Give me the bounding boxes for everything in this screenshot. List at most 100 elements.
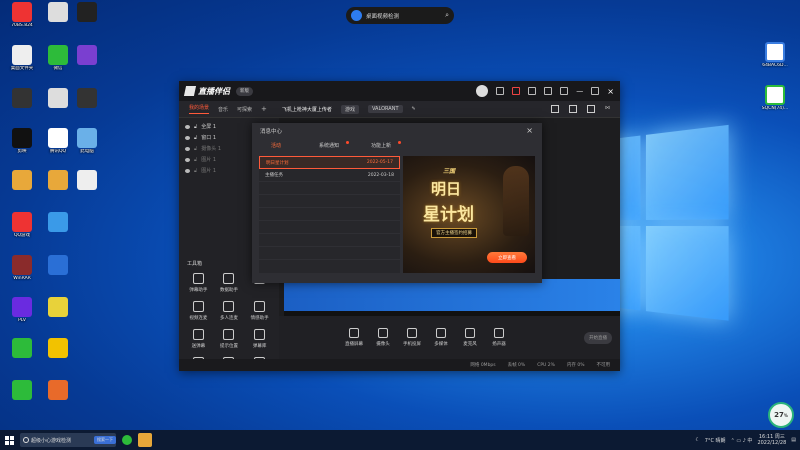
visibility-icon[interactable] xyxy=(185,135,190,140)
avatar[interactable] xyxy=(476,85,489,97)
desktop-icon[interactable] xyxy=(2,380,42,401)
toolbox-tool[interactable]: 情感助手 xyxy=(244,301,275,321)
tab-explore[interactable]: 可探索 xyxy=(237,106,252,113)
search-icon[interactable]: ⌕ xyxy=(445,11,449,20)
version-pill[interactable]: 新版 xyxy=(236,86,253,96)
tab-music[interactable]: 音乐 xyxy=(218,106,228,113)
source-control[interactable]: 麦克风 xyxy=(460,328,480,347)
edit-icon[interactable]: ✎ xyxy=(412,106,416,112)
message-icon[interactable] xyxy=(496,87,505,95)
desktop-icon[interactable]: SQCN(74)... xyxy=(755,85,795,112)
minimize-icon[interactable]: — xyxy=(576,87,583,95)
source-control[interactable]: 直播屏幕 xyxy=(344,328,364,347)
toolbox-tool[interactable]: 数据助手 xyxy=(214,273,245,293)
visibility-icon[interactable] xyxy=(185,168,190,173)
add-scene-icon[interactable]: + xyxy=(261,105,267,113)
desktop-icon[interactable] xyxy=(67,2,107,23)
control-label: 多媒体 xyxy=(434,342,448,347)
source-control[interactable]: 摄像头 xyxy=(373,328,393,347)
app-icon xyxy=(77,45,97,65)
gauge-value: 27 xyxy=(774,411,784,419)
empty-row xyxy=(259,247,400,260)
source-control[interactable]: 手机投屏 xyxy=(402,328,422,347)
lock-icon[interactable]: 🔓︎ xyxy=(194,124,197,130)
promo-banner[interactable]: 三国 明日 星计划 官方主播签约招募 立即查看 xyxy=(403,156,535,273)
toolbox-tool[interactable]: 提示位置 xyxy=(214,329,245,349)
performance-gauge[interactable]: 27% xyxy=(768,402,794,428)
desktop-icon[interactable] xyxy=(67,88,107,109)
lock-icon[interactable]: 🔓︎ xyxy=(194,135,197,141)
source-control[interactable]: 多媒体 xyxy=(431,328,451,347)
lock-icon[interactable]: 🔓︎ xyxy=(194,146,197,152)
message-row[interactable]: 明日星计划 2022-05-17 xyxy=(259,156,400,169)
lock-icon[interactable]: 🔓︎ xyxy=(194,157,197,163)
mail-icon[interactable] xyxy=(528,87,537,95)
close-icon[interactable]: × xyxy=(607,87,614,96)
desktop-icon[interactable] xyxy=(67,45,107,66)
desktop-icon-label: 70BS.824 xyxy=(11,23,33,28)
view-now-button[interactable]: 立即查看 xyxy=(487,252,527,263)
taskbar-app-icon[interactable] xyxy=(122,435,132,445)
share-icon[interactable]: ⋈ xyxy=(605,105,610,113)
toolbox-tool[interactable]: 弹幕助手 xyxy=(183,273,214,293)
tab-my-scenes[interactable]: 我的场景 xyxy=(189,104,210,114)
desktop-icon[interactable] xyxy=(38,255,78,276)
desktop-icon[interactable]: 70BS.824 xyxy=(2,2,42,29)
menu-icon[interactable] xyxy=(560,87,569,95)
settings-icon[interactable] xyxy=(544,87,553,95)
desktop-icon[interactable]: QQ游戏 xyxy=(2,212,42,239)
desktop-search-pill[interactable]: 桌面视频检测 ⌕ xyxy=(346,7,454,24)
notification-icon[interactable]: ▤ xyxy=(791,437,796,443)
desktop-icon[interactable]: 64BAC6D... xyxy=(755,42,795,69)
weather-text[interactable]: 7°C 晴朗 xyxy=(705,437,726,444)
tab-activity[interactable]: 活动 xyxy=(266,139,286,151)
unread-dot xyxy=(346,141,349,144)
start-button[interactable] xyxy=(5,435,14,445)
desktop-icon[interactable]: 桌面文件夹 xyxy=(2,45,42,72)
control-icon xyxy=(349,328,359,338)
promo-subtitle: 官方主播签约招募 xyxy=(431,228,477,238)
tab-new-features[interactable]: 功能上新 xyxy=(366,139,401,151)
tray-icons[interactable]: ⌃ ▭ ♪ 中 xyxy=(731,437,753,444)
taskbar-search[interactable]: 超级小心游戏检测 搜索一下 xyxy=(20,433,116,447)
desktop-icon[interactable] xyxy=(2,88,42,109)
close-icon[interactable]: × xyxy=(526,126,533,135)
desktop-icon[interactable]: 此电脑 xyxy=(67,128,107,155)
desktop-icon[interactable] xyxy=(2,338,42,359)
maximize-icon[interactable] xyxy=(591,87,600,95)
visibility-icon[interactable] xyxy=(185,146,190,151)
desktop-icon[interactable] xyxy=(2,170,42,191)
desktop-icon[interactable] xyxy=(38,297,78,318)
grid-icon[interactable] xyxy=(569,105,577,113)
shop-icon[interactable] xyxy=(551,105,559,113)
desktop-icon[interactable]: WinRAR xyxy=(2,255,42,282)
visibility-icon[interactable] xyxy=(185,157,190,162)
tab-system-notice[interactable]: 系统通知 xyxy=(314,139,349,151)
toolbox-tool[interactable]: 弹幕库 xyxy=(244,329,275,349)
desktop-icon[interactable] xyxy=(38,212,78,233)
message-date: 2022-03-18 xyxy=(367,172,394,178)
tool-label: 数据助手 xyxy=(219,288,238,293)
gift-icon[interactable] xyxy=(512,87,521,95)
desktop-icon[interactable]: PLV xyxy=(2,297,42,324)
game-chip[interactable]: VALORANT xyxy=(367,105,403,113)
category-chip[interactable]: 游戏 xyxy=(340,104,359,114)
fullscreen-icon[interactable] xyxy=(587,105,595,113)
desktop-icon[interactable]: 剪映 xyxy=(2,128,42,155)
message-name: 主播任务 xyxy=(265,173,283,178)
app-icon xyxy=(48,88,68,108)
clock[interactable]: 16:11 周三 2022/12/28 xyxy=(757,434,786,446)
desktop-icon[interactable] xyxy=(67,170,107,191)
toolbox-tool[interactable]: 多人连麦 xyxy=(214,301,245,321)
source-control[interactable]: 扬声器 xyxy=(489,328,509,347)
desktop-icon[interactable] xyxy=(38,338,78,359)
taskbar-live-companion-icon[interactable] xyxy=(138,433,152,447)
visibility-icon[interactable] xyxy=(185,124,190,129)
toolbox-tool[interactable]: 视频连麦 xyxy=(183,301,214,321)
start-stream-button[interactable]: 开始直播 xyxy=(584,331,612,344)
toolbox-tool[interactable]: 送弹幕 xyxy=(183,329,214,349)
lock-icon[interactable]: 🔓︎ xyxy=(194,168,197,174)
desktop-icon[interactable] xyxy=(38,380,78,401)
stream-title[interactable]: 飞机上枪神大厦上传者 xyxy=(282,106,332,113)
message-row[interactable]: 主播任务 2022-03-18 xyxy=(259,169,400,182)
